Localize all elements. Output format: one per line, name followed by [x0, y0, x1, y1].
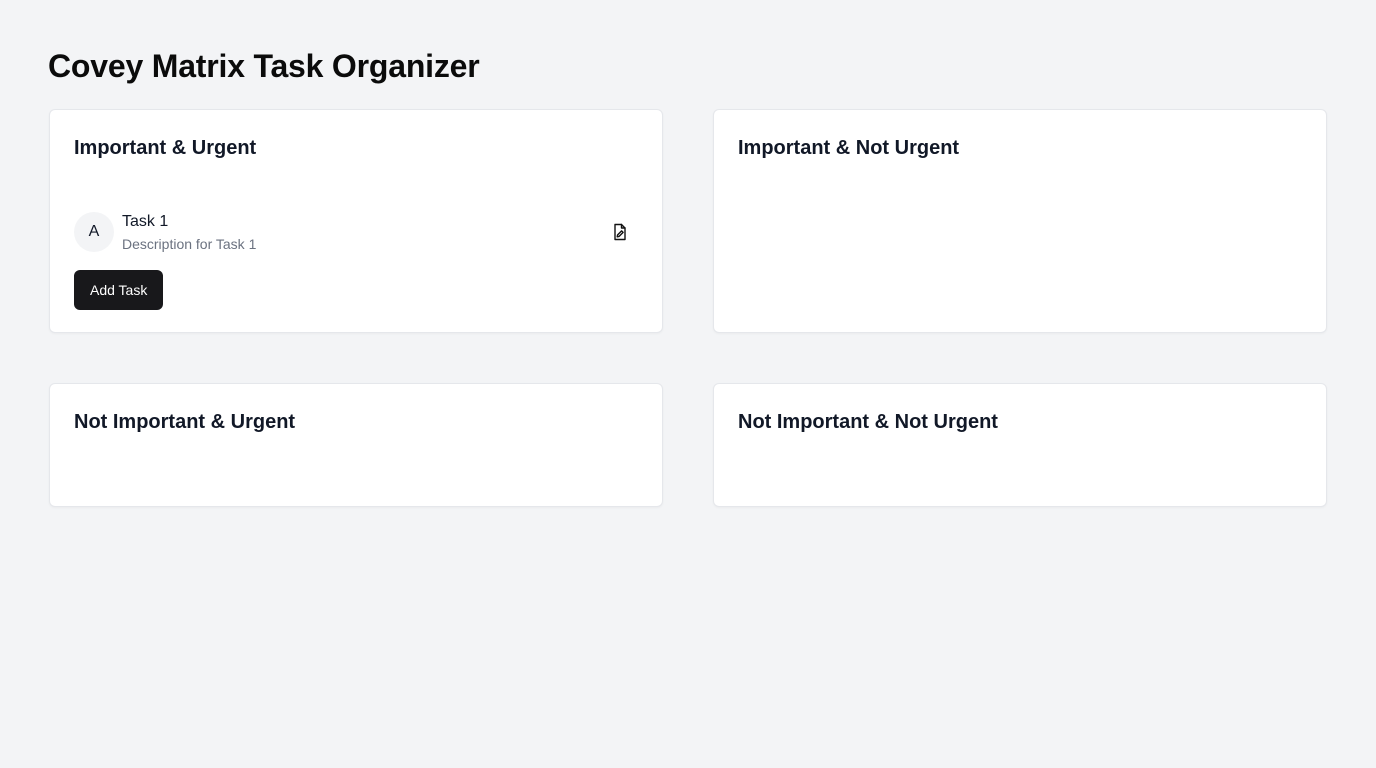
task-item: A Task 1 Description for Task 1 [74, 212, 630, 252]
quadrant-important-not-urgent: Important & Not Urgent [713, 109, 1327, 333]
quadrant-title: Not Important & Not Urgent [738, 411, 998, 433]
page-title: Covey Matrix Task Organizer [48, 48, 480, 84]
edit-task-button[interactable] [610, 222, 630, 242]
app-root: Covey Matrix Task Organizer Important & … [0, 0, 1376, 768]
quadrant-title: Important & Not Urgent [738, 137, 960, 159]
quadrant-title: Not Important & Urgent [74, 411, 296, 433]
quadrant-title: Important & Urgent [74, 137, 257, 159]
avatar: A [74, 212, 114, 252]
quadrant-not-important-urgent: Not Important & Urgent [49, 383, 663, 507]
task-name: Task 1 [122, 213, 169, 230]
add-task-button[interactable]: Add Task [74, 270, 164, 310]
quadrant-not-important-not-urgent: Not Important & Not Urgent [713, 383, 1327, 507]
quadrant-important-urgent: Important & Urgent A Task 1 Description … [49, 109, 663, 333]
edit-document-icon [610, 222, 630, 242]
task-description: Description for Task 1 [122, 236, 257, 252]
